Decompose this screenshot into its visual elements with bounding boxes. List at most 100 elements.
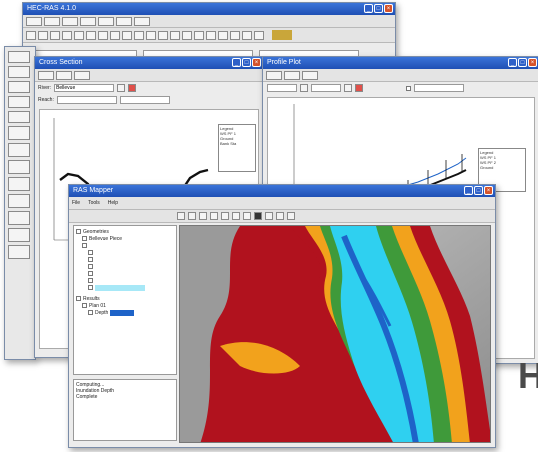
profile-prev-icon[interactable] [344, 84, 352, 92]
tree-row-plan[interactable]: Plan 01 [76, 302, 174, 309]
cross-section-editor-icon[interactable] [8, 126, 30, 140]
rs-label-icon[interactable] [8, 111, 30, 123]
profile-line-icon[interactable] [276, 212, 284, 220]
menu-help[interactable] [134, 16, 150, 26]
xs-menu-options[interactable] [56, 70, 72, 80]
sediment-icon[interactable] [98, 30, 108, 40]
profile-next-icon[interactable] [355, 84, 363, 92]
mapper-menu-help[interactable]: Help [108, 200, 118, 206]
unsteady-run-icon[interactable] [134, 30, 144, 40]
summary-icon[interactable] [230, 30, 240, 40]
identify-icon[interactable] [254, 212, 262, 220]
quasi-icon[interactable] [86, 30, 96, 40]
tree-row-blank-3[interactable] [76, 256, 174, 263]
view-picture-icon[interactable] [8, 245, 30, 259]
cross-section-titlebar[interactable]: Cross Section _ □ × [35, 57, 263, 69]
measure-icon[interactable] [265, 212, 273, 220]
zoom-out-icon[interactable] [199, 212, 207, 220]
tree-row-blank-4[interactable] [76, 263, 174, 270]
tree-row-depth[interactable]: Depth [76, 309, 174, 316]
xs-minimize-button[interactable]: _ [232, 58, 241, 67]
profile-titlebar[interactable]: Profile Plot _ □ × [263, 57, 538, 69]
dss-icon[interactable] [242, 30, 252, 40]
profile-icon[interactable] [158, 30, 168, 40]
save-icon[interactable] [38, 30, 48, 40]
lateral-structure-icon[interactable] [8, 177, 30, 191]
menu-run[interactable] [62, 16, 78, 26]
full-extent-icon[interactable] [221, 212, 229, 220]
xs-plot-icon[interactable] [146, 30, 156, 40]
close-button[interactable]: × [384, 4, 393, 13]
rating-icon[interactable] [170, 30, 180, 40]
geometry-icon[interactable] [50, 30, 60, 40]
profile-option-field[interactable] [414, 84, 464, 92]
profile-table-icon[interactable] [218, 30, 228, 40]
profile-plan-select[interactable] [311, 84, 341, 92]
tree-row-blank-6[interactable] [76, 277, 174, 284]
river-reach-icon[interactable] [8, 51, 30, 63]
steady-run-icon[interactable] [122, 30, 132, 40]
xs-menu-file[interactable] [38, 70, 54, 80]
open-icon[interactable] [26, 30, 36, 40]
xs-close-button[interactable]: × [252, 58, 261, 67]
mapper-menu-file[interactable]: File [72, 200, 80, 206]
htab-icon[interactable] [8, 228, 30, 242]
profile-menu-file[interactable] [266, 70, 282, 80]
profile-minimize-button[interactable]: _ [508, 58, 517, 67]
inline-structure-icon[interactable] [8, 160, 30, 174]
water-quality-icon[interactable] [110, 30, 120, 40]
menu-gis[interactable] [116, 16, 132, 26]
hydrograph-icon[interactable] [194, 30, 204, 40]
menu-options[interactable] [98, 16, 114, 26]
tree-row-blank-2[interactable] [76, 249, 174, 256]
mapper-minimize-button[interactable]: _ [464, 186, 473, 195]
tree-row-blank-1[interactable] [76, 242, 174, 249]
menu-file[interactable] [26, 16, 42, 26]
perspective-icon[interactable] [182, 30, 192, 40]
tree-row-blank-7[interactable] [76, 284, 174, 291]
xs-menu-help[interactable] [74, 70, 90, 80]
unsteady-icon[interactable] [74, 30, 84, 40]
next-extent-icon[interactable] [243, 212, 251, 220]
map-view[interactable] [179, 225, 491, 443]
mapper-maximize-button[interactable]: □ [474, 186, 483, 195]
flow-icon[interactable] [62, 30, 72, 40]
xs-reach-select[interactable] [56, 96, 117, 104]
storage-area-icon[interactable] [8, 66, 30, 78]
xs-next-icon[interactable] [128, 84, 137, 92]
connection-icon[interactable] [8, 81, 30, 93]
xs-river-select[interactable]: Bellevue [54, 84, 115, 92]
profile-menu-options[interactable] [284, 70, 300, 80]
xs-rs-select[interactable] [119, 96, 170, 104]
main-window-titlebar[interactable]: HEC-RAS 4.1.0 _ □ × [23, 3, 395, 15]
zoom-in-icon[interactable] [188, 212, 196, 220]
mapper-close-button[interactable]: × [484, 186, 493, 195]
refresh-icon[interactable] [287, 212, 295, 220]
pointer-icon[interactable] [177, 212, 185, 220]
ras-mapper-titlebar[interactable]: RAS Mapper _ □ × [69, 185, 495, 197]
xs-prev-icon[interactable] [117, 84, 126, 92]
pump-editor-icon[interactable] [8, 211, 30, 225]
profile-close-button[interactable]: × [528, 58, 537, 67]
tree-row-geometry-item[interactable]: Bellevue Piece [76, 235, 174, 242]
tree-row-blank-5[interactable] [76, 270, 174, 277]
mapper-icon[interactable] [254, 30, 264, 40]
menu-edit[interactable] [44, 16, 60, 26]
profile-nav-icon[interactable] [300, 84, 308, 92]
maximize-button[interactable]: □ [374, 4, 383, 13]
tree-row-results[interactable]: Results [76, 295, 174, 302]
storage-editor-icon[interactable] [8, 194, 30, 208]
pump-icon[interactable] [8, 96, 30, 108]
profile-option-checkbox[interactable] [406, 85, 411, 91]
profile-maximize-button[interactable]: □ [518, 58, 527, 67]
profile-menu-help[interactable] [302, 70, 318, 80]
bridge-culvert-icon[interactable] [8, 143, 30, 157]
mapper-menu-tools[interactable]: Tools [88, 200, 100, 206]
table-icon[interactable] [206, 30, 216, 40]
pan-icon[interactable] [210, 212, 218, 220]
menu-view[interactable] [80, 16, 96, 26]
xs-maximize-button[interactable]: □ [242, 58, 251, 67]
minimize-button[interactable]: _ [364, 4, 373, 13]
profile-reach-select[interactable] [267, 84, 297, 92]
prev-extent-icon[interactable] [232, 212, 240, 220]
